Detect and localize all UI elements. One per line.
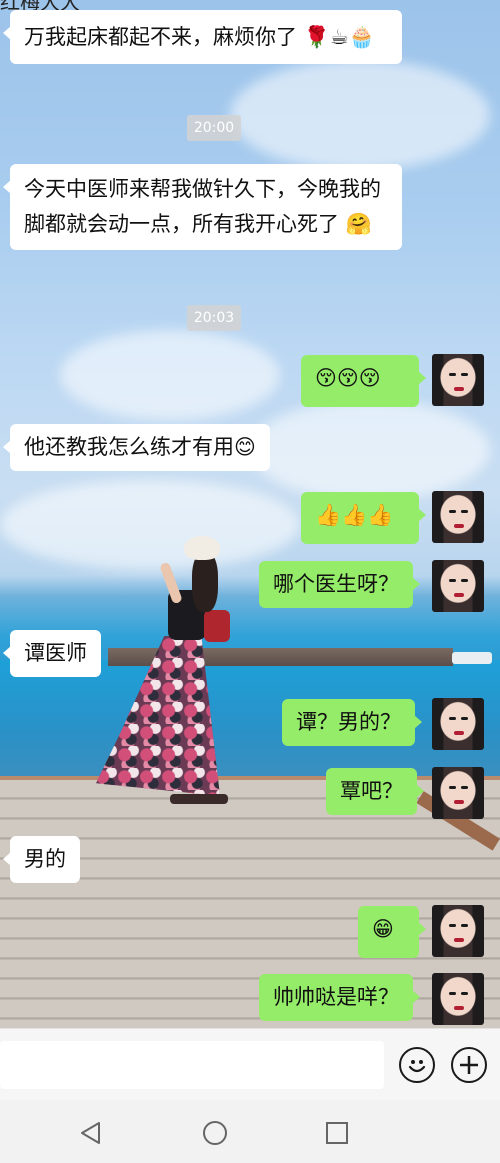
emoji-sticker: 😊 (234, 435, 256, 459)
emoji-sticker: 😚😚😚 (315, 366, 381, 390)
emoji-sticker: 🤗 (345, 212, 372, 236)
avatar[interactable] (432, 698, 484, 750)
avatar[interactable] (432, 973, 484, 1025)
message-outgoing[interactable]: 覃吧？ (326, 768, 424, 815)
cloud-decoration (250, 400, 490, 500)
avatar[interactable] (432, 491, 484, 543)
message-outgoing[interactable]: 👍👍👍 (301, 492, 426, 544)
message-outgoing[interactable]: 😚😚😚 (301, 355, 426, 407)
woman-feet (170, 794, 228, 804)
timestamp: 20:00 (187, 115, 241, 141)
timestamp: 20:03 (187, 305, 241, 331)
avatar[interactable] (432, 560, 484, 612)
message-text: 覃吧？ (340, 779, 403, 803)
emoji-button[interactable] (399, 1047, 435, 1083)
message-outgoing[interactable]: 😁 (358, 906, 426, 958)
emoji-smile-icon (408, 1060, 426, 1073)
message-text: 帅帅哒是咩？ (273, 985, 399, 1009)
message-input[interactable] (0, 1041, 384, 1089)
plus-icon (460, 1056, 478, 1074)
message-outgoing[interactable]: 帅帅哒是咩？ (259, 974, 420, 1021)
message-incoming[interactable]: 万我起床都起不来，麻烦你了 🌹☕🧁 (3, 10, 402, 64)
emoji-sticker: 🌹☕🧁 (303, 25, 375, 49)
avatar[interactable] (432, 767, 484, 819)
woman-bag (204, 610, 230, 642)
emoji-sticker: 👍👍👍 (315, 503, 394, 527)
avatar[interactable] (432, 354, 484, 406)
avatar[interactable] (432, 905, 484, 957)
message-incoming[interactable]: 谭医师 (3, 630, 101, 677)
more-button[interactable] (451, 1047, 487, 1083)
message-text: 哪个医生呀？ (273, 572, 399, 596)
woman-hat (184, 536, 220, 560)
distant-boat (452, 652, 492, 664)
message-outgoing[interactable]: 哪个医生呀？ (259, 561, 420, 608)
wooden-deck (0, 780, 500, 1028)
home-circle-icon[interactable] (202, 1120, 228, 1146)
message-text: 男的 (24, 847, 66, 871)
emoji-sticker: 😁 (372, 917, 394, 941)
message-text: 他还教我怎么练才有用 (24, 435, 234, 459)
system-nav-bar (0, 1100, 500, 1163)
cloud-decoration (0, 480, 300, 570)
message-incoming[interactable]: 他还教我怎么练才有用😊 (3, 424, 270, 471)
input-bar (0, 1028, 500, 1100)
back-triangle-icon[interactable] (78, 1120, 104, 1146)
message-text: 谭医师 (24, 641, 87, 665)
sea (0, 660, 500, 780)
message-incoming[interactable]: 今天中医师来帮我做针久下，今晚我的脚都就会动一点，所有我开心死了 🤗 (3, 164, 402, 250)
message-text: 谭？男的？ (296, 710, 401, 734)
message-incoming[interactable]: 男的 (3, 836, 80, 883)
recent-square-icon[interactable] (324, 1120, 350, 1146)
message-outgoing[interactable]: 谭？男的？ (282, 699, 422, 746)
woman-hair (192, 552, 218, 612)
message-text: 今天中医师来帮我做针久下，今晚我的脚都就会动一点，所有我开心死了 (24, 177, 381, 236)
message-text: 万我起床都起不来，麻烦你了 (24, 25, 297, 49)
cloud-decoration (230, 60, 490, 170)
cloud-decoration (60, 330, 280, 420)
